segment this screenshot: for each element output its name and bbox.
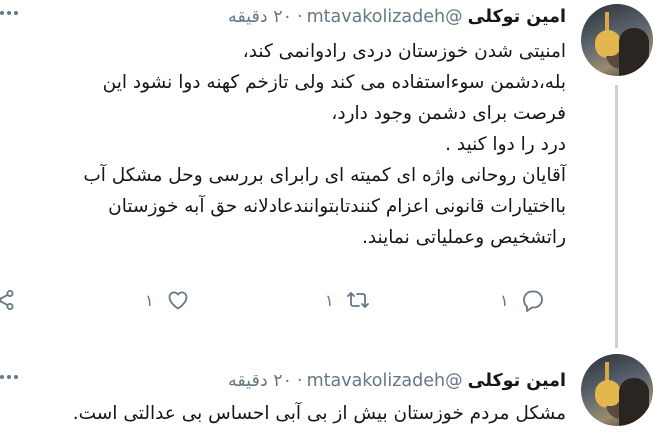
retweet-button[interactable]: ۱: [325, 285, 370, 315]
avatar[interactable]: [581, 4, 653, 76]
more-dot: [7, 11, 11, 15]
tweet-text-line: فرصت برای دشمن وجود دارد،: [331, 103, 566, 124]
author-handle[interactable]: @mtavakolizadeh: [307, 7, 463, 27]
share-icon: [0, 290, 14, 310]
retweet-count: ۱: [325, 290, 334, 310]
author-name[interactable]: امین توکلی: [468, 7, 566, 27]
reply-icon: [522, 290, 543, 312]
avatar-person: [619, 28, 649, 76]
avatar-person: [619, 378, 649, 426]
more-dot: [14, 375, 18, 379]
header-separator: ·: [297, 7, 303, 27]
retweet-icon: [346, 292, 369, 308]
tweet-text-line: امنیتی شدن خوزستان دردی رادوانمی کند،: [242, 41, 566, 62]
like-count: ۱: [145, 290, 154, 310]
tweet-text-line: آقایان روحانی واژه ای کمیته ای رابرای بر…: [83, 165, 566, 186]
more-icon[interactable]: [0, 8, 22, 18]
like-button[interactable]: ۱: [145, 285, 190, 315]
share-button[interactable]: [0, 285, 16, 315]
tweet-text: امنیتی شدن خوزستان دردی رادوانمی کند، بل…: [6, 36, 566, 253]
tweet-text-line: بله،دشمن سوءاستفاده می کند ولی تازخم کهن…: [102, 72, 566, 93]
avatar[interactable]: [581, 354, 653, 426]
tweet-header: امین توکلی @mtavakolizadeh · ۲۰ دقیقه: [228, 364, 566, 398]
tweet-time[interactable]: ۲۰ دقیقه: [228, 7, 292, 27]
more-dot: [0, 375, 4, 379]
avatar-dome: [595, 30, 621, 56]
thread-line: [615, 85, 618, 348]
tweet-text-line: بااختیارات قانونی اعزام کنندتابتوانندعاد…: [108, 196, 566, 217]
header-separator: ·: [297, 371, 303, 391]
tweet[interactable]: امین توکلی @mtavakolizadeh · ۲۰ دقیقه ام…: [0, 0, 653, 348]
reply-button[interactable]: ۱: [500, 285, 545, 315]
heart-icon: [168, 291, 187, 310]
more-dot: [14, 11, 18, 15]
tweet-text: مشکل مردم خوزستان بیش از بی آبی احساس بی…: [6, 398, 566, 429]
avatar-dome: [595, 380, 621, 406]
author-handle[interactable]: @mtavakolizadeh: [307, 371, 463, 391]
author-name[interactable]: امین توکلی: [468, 371, 566, 391]
more-dot: [0, 11, 4, 15]
reply-count: ۱: [500, 290, 509, 310]
more-dot: [7, 375, 11, 379]
tweet-header: امین توکلی @mtavakolizadeh · ۲۰ دقیقه: [228, 0, 566, 34]
tweet-text-line: راتشخیص وعملیاتی نمایند.: [361, 227, 566, 248]
tweet-time[interactable]: ۲۰ دقیقه: [228, 371, 292, 391]
more-icon[interactable]: [0, 372, 22, 382]
tweet[interactable]: امین توکلی @mtavakolizadeh · ۲۰ دقیقه مش…: [0, 350, 653, 434]
tweet-text-line: مشکل مردم خوزستان بیش از بی آبی احساس بی…: [72, 403, 566, 424]
tweet-actions: ۱ ۱ ۱: [0, 285, 580, 315]
tweet-text-line: درد را دوا کنید .: [445, 134, 566, 155]
